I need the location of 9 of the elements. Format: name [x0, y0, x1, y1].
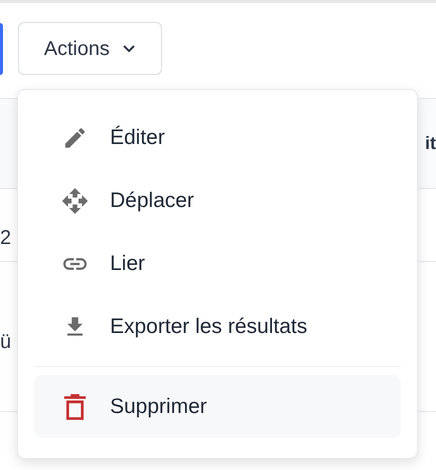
move-arrows-icon — [61, 186, 89, 214]
trash-icon — [62, 392, 88, 420]
table-cell-text: ü — [0, 330, 12, 355]
table-cell-text: 2 — [0, 226, 12, 251]
chevron-down-icon — [122, 44, 136, 54]
menu-item[interactable]: Supprimer — [34, 375, 401, 438]
actions-button[interactable]: Actions — [18, 22, 162, 75]
primary-button-edge[interactable] — [0, 22, 3, 74]
column-header: it — [425, 132, 436, 155]
